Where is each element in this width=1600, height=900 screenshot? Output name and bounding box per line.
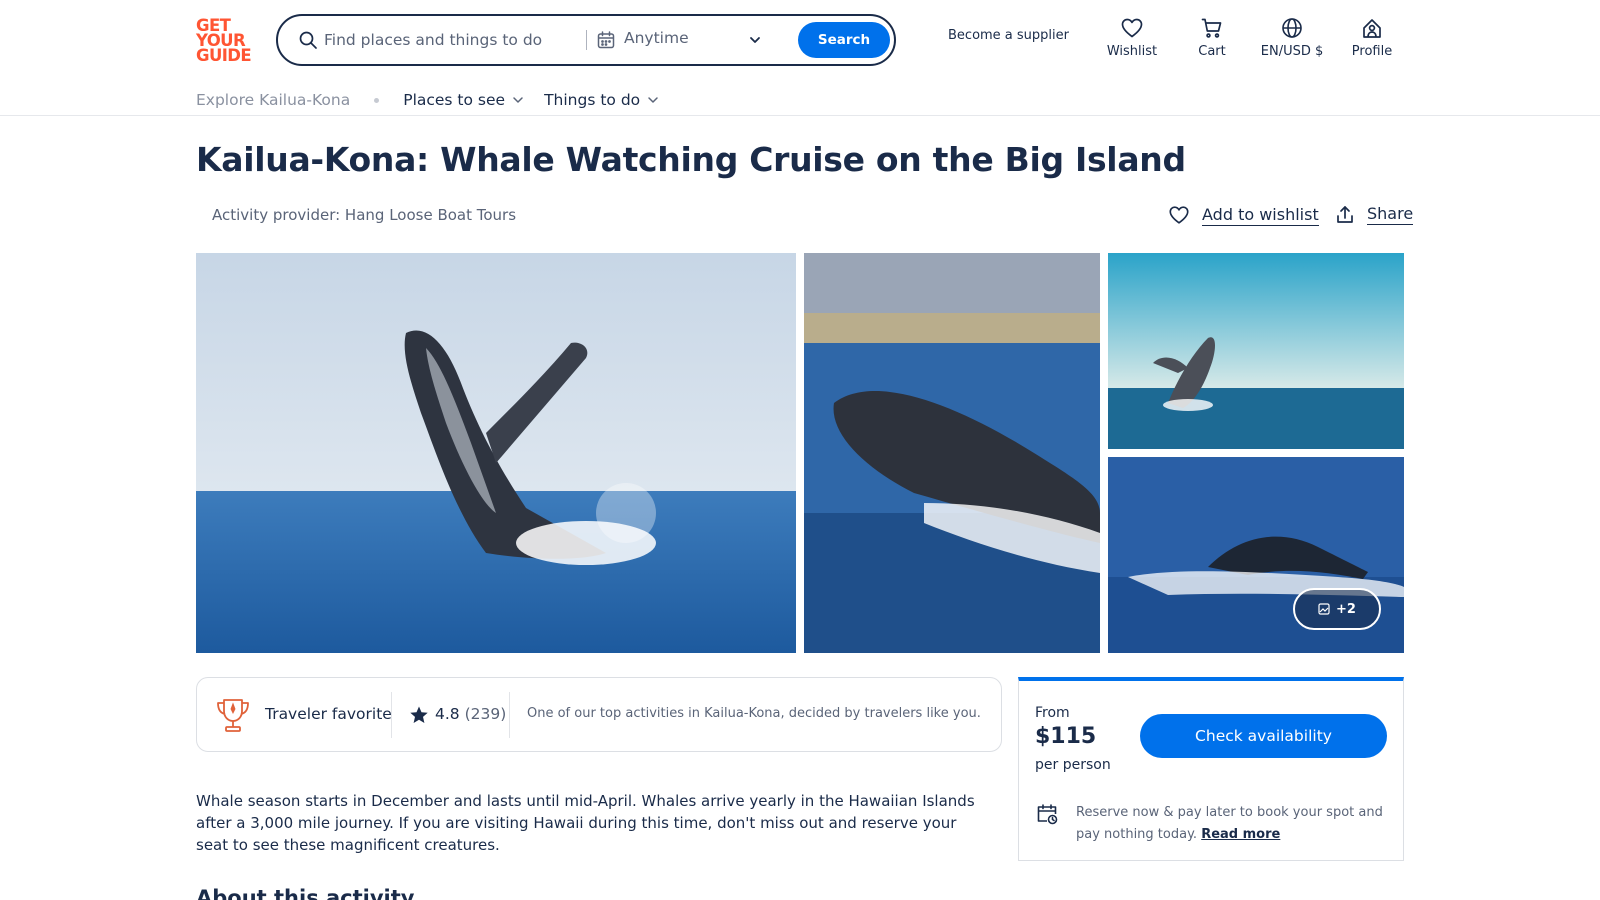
wishlist-nav-label: Wishlist	[1106, 44, 1158, 59]
star-icon	[410, 706, 428, 723]
heart-icon	[1169, 206, 1189, 224]
more-photos-count: +2	[1336, 601, 1356, 617]
search-icon	[299, 31, 317, 49]
page-title: Kailua-Kona: Whale Watching Cruise on th…	[196, 140, 1186, 179]
become-supplier-link[interactable]: Become a supplier	[948, 28, 1069, 43]
wishlist-nav-button[interactable]: Wishlist	[1092, 16, 1172, 59]
cart-icon	[1201, 18, 1222, 38]
rating-summary[interactable]: 4.8 (239)	[435, 705, 506, 723]
check-availability-button[interactable]: Check availability	[1140, 714, 1387, 758]
strip-divider	[509, 692, 510, 738]
booking-card: From $115 per person Check availability …	[1018, 677, 1404, 861]
price-unit: per person	[1035, 757, 1111, 773]
locale-nav-button[interactable]: EN/USD $	[1252, 16, 1332, 59]
places-to-see-label: Places to see	[403, 91, 506, 109]
chevron-down-icon[interactable]	[748, 33, 762, 47]
more-photos-button[interactable]: +2	[1293, 588, 1381, 630]
cart-nav-label: Cart	[1198, 44, 1226, 59]
calendar-icon	[597, 31, 615, 49]
share-label: Share	[1367, 204, 1414, 225]
locale-nav-label: EN/USD $	[1260, 44, 1324, 59]
cart-nav-button[interactable]: Cart	[1172, 16, 1252, 59]
search-divider	[586, 30, 587, 50]
getyourguide-logo[interactable]: GET YOUR GUIDE	[196, 17, 254, 65]
whale-distance-image	[1108, 253, 1404, 449]
reserve-now-note: Reserve now & pay later to book your spo…	[1076, 802, 1392, 846]
places-to-see-menu[interactable]: Places to see	[403, 91, 524, 109]
price-from-label: From	[1035, 705, 1070, 721]
gallery-main-photo[interactable]	[196, 253, 796, 653]
top-activity-note: One of our top activities in Kailua-Kona…	[527, 706, 981, 721]
activity-provider: Activity provider: Hang Loose Boat Tours	[212, 206, 517, 224]
review-count: (239)	[464, 705, 507, 723]
strip-divider	[391, 692, 392, 738]
add-to-wishlist-button[interactable]: Add to wishlist	[1168, 204, 1319, 226]
read-more-link[interactable]: Read more	[1201, 827, 1280, 842]
traveler-favorite-label: Traveler favorite	[265, 705, 392, 723]
activity-description: Whale season starts in December and last…	[196, 792, 975, 854]
heart-icon	[1121, 18, 1143, 38]
things-to-do-menu[interactable]: Things to do	[544, 91, 659, 109]
search-bar: Anytime Search	[276, 14, 896, 66]
explore-link[interactable]: Explore Kailua-Kona	[196, 91, 350, 109]
calendar-clock-icon	[1037, 804, 1058, 825]
whale-head-image	[804, 253, 1100, 653]
date-picker-label[interactable]: Anytime	[624, 29, 689, 47]
price-value: $115	[1035, 724, 1097, 749]
sub-navigation: Explore Kailua-Kona Places to see Things…	[196, 88, 679, 112]
separator-dot	[374, 97, 380, 103]
profile-icon	[1363, 19, 1381, 38]
chevron-down-icon	[513, 97, 523, 103]
header-divider	[0, 115, 1600, 116]
globe-icon	[1282, 18, 1302, 38]
whale-breach-image	[196, 253, 796, 653]
search-button[interactable]: Search	[798, 22, 890, 58]
search-input[interactable]	[324, 28, 574, 52]
trophy-icon	[217, 699, 249, 732]
add-to-wishlist-label: Add to wishlist	[1202, 204, 1319, 226]
things-to-do-label: Things to do	[544, 91, 641, 109]
logo-line-3: GUIDE	[196, 46, 252, 65]
traveler-favorite-strip: Traveler favorite 4.8 (239) One of our t…	[196, 677, 1002, 752]
profile-nav-button[interactable]: Profile	[1332, 16, 1412, 59]
share-button[interactable]: Share	[1335, 204, 1414, 225]
gallery-photo-2[interactable]	[804, 253, 1100, 653]
gallery-photo-3[interactable]	[1108, 253, 1404, 449]
rating-value: 4.8	[435, 705, 460, 723]
about-activity-heading: About this activity	[196, 886, 415, 900]
profile-nav-label: Profile	[1351, 44, 1393, 59]
chevron-down-icon	[648, 97, 658, 103]
share-icon	[1337, 205, 1353, 223]
image-icon	[1318, 603, 1330, 615]
